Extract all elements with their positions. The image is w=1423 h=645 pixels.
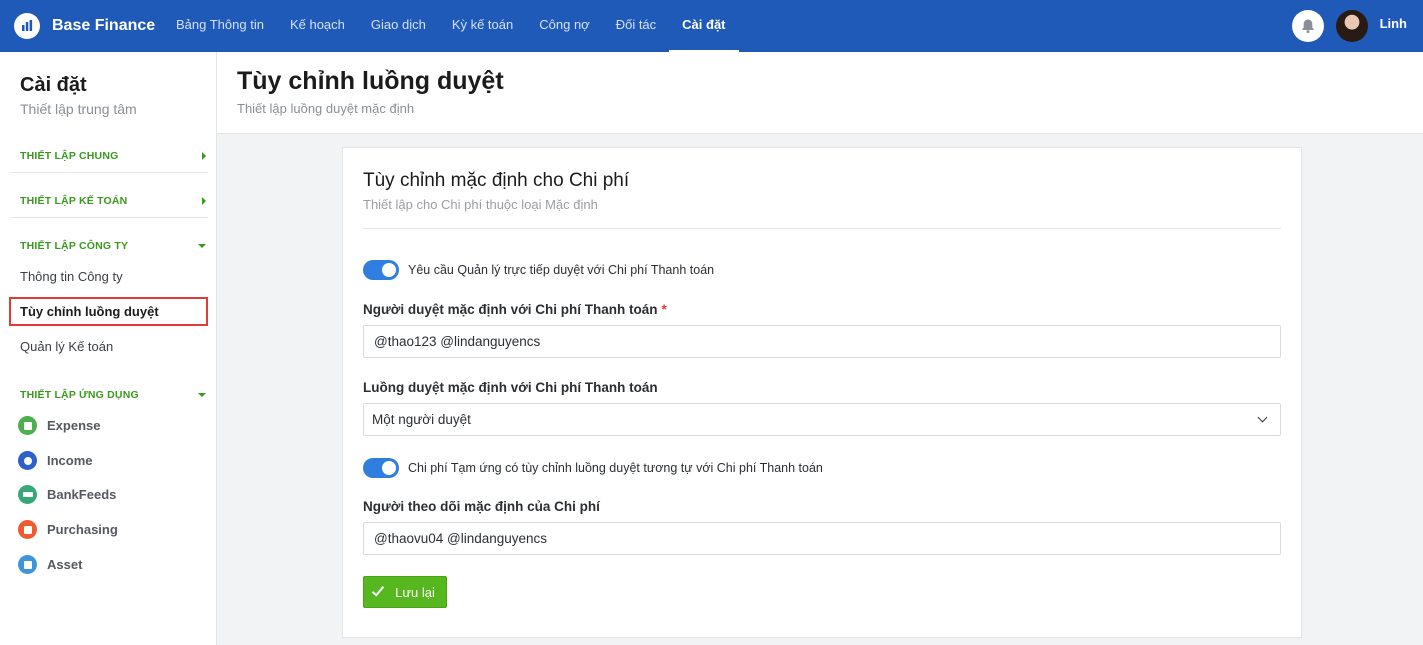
section-label: THIẾT LẬP CHUNG: [20, 150, 119, 162]
brand[interactable]: Base Finance: [0, 13, 162, 39]
divider: [10, 172, 208, 173]
default-follower-label: Người theo dõi mặc định của Chi phí: [363, 499, 600, 514]
sidebar-item-accounting-management[interactable]: Quản lý Kế toán: [20, 339, 113, 354]
section-label: THIẾT LẬP CÔNG TY: [20, 240, 129, 252]
default-approver-label-text: Người duyệt mặc định với Chi phí Thanh t…: [363, 302, 658, 317]
app-name: Base Finance: [52, 17, 156, 34]
sidebar-item-company-info[interactable]: Thông tin Công ty: [20, 269, 123, 284]
required-mark: *: [661, 302, 667, 317]
caret-down-icon: [198, 393, 206, 397]
app-label: Purchasing: [47, 522, 118, 537]
page-header: Tùy chỉnh luồng duyệt Thiết lập luồng du…: [217, 52, 1423, 134]
default-flow-label: Luồng duyệt mặc định với Chi phí Thanh t…: [363, 380, 658, 395]
base-logo-icon: [14, 13, 40, 39]
sidebar-subtitle: Thiết lập trung tâm: [20, 101, 137, 117]
main-nav: Bảng Thông tin Kế hoạch Giao dịch Kỳ kế …: [163, 0, 739, 52]
chevron-down-icon: [1257, 412, 1268, 423]
sidebar-item-purchasing[interactable]: Purchasing: [18, 520, 118, 539]
nav-item-debts[interactable]: Công nợ: [526, 0, 602, 52]
section-label: THIẾT LẬP KẾ TOÁN: [20, 195, 128, 207]
sidebar-title: Cài đặt: [20, 74, 87, 96]
nav-item-accounting-period[interactable]: Kỳ kế toán: [439, 0, 526, 52]
nav-item-dashboard[interactable]: Bảng Thông tin: [163, 0, 277, 52]
expense-icon: [18, 416, 37, 435]
user-area: Linh: [1291, 0, 1423, 52]
asset-icon: [18, 555, 37, 574]
page-subtitle: Thiết lập luồng duyệt mặc định: [237, 101, 415, 116]
notification-bell-icon[interactable]: [1291, 10, 1324, 42]
section-company-settings[interactable]: THIẾT LẬP CÔNG TY: [10, 230, 208, 262]
sidebar-item-asset[interactable]: Asset: [18, 555, 82, 574]
advance-same-flow-label: Chi phí Tạm ứng có tùy chỉnh luồng duyệt…: [408, 461, 823, 475]
default-flow-value: Một người duyệt: [372, 412, 471, 427]
section-accounting-settings[interactable]: THIẾT LẬP KẾ TOÁN: [10, 185, 208, 217]
settings-sidebar: Cài đặt Thiết lập trung tâm THIẾT LẬP CH…: [0, 52, 217, 645]
nav-item-transactions[interactable]: Giao dịch: [358, 0, 439, 52]
avatar[interactable]: [1335, 10, 1368, 42]
sidebar-item-approval-flow[interactable]: Tùy chỉnh luồng duyệt: [9, 297, 208, 326]
purchasing-icon: [18, 520, 37, 539]
page-title: Tùy chỉnh luồng duyệt: [237, 67, 504, 95]
sidebar-item-expense[interactable]: Expense: [18, 416, 100, 435]
card-title: Tùy chỉnh mặc định cho Chi phí: [363, 170, 630, 191]
section-general-settings[interactable]: THIẾT LẬP CHUNG: [10, 140, 208, 172]
sidebar-item-bankfeeds[interactable]: BankFeeds: [18, 485, 116, 504]
card-subtitle: Thiết lập cho Chi phí thuộc loại Mặc địn…: [363, 197, 598, 212]
sidebar-item-income[interactable]: Income: [18, 451, 93, 470]
advance-same-flow-toggle[interactable]: [363, 458, 399, 478]
user-name[interactable]: Linh: [1380, 16, 1407, 31]
default-flow-select[interactable]: Một người duyệt: [363, 403, 1281, 436]
direct-manager-approval-toggle[interactable]: [363, 260, 399, 280]
caret-down-icon: [198, 244, 206, 248]
app-label: Asset: [47, 557, 83, 572]
app-label: Income: [47, 453, 93, 468]
default-approver-label: Người duyệt mặc định với Chi phí Thanh t…: [363, 302, 667, 317]
section-label: THIẾT LẬP ỨNG DỤNG: [20, 389, 139, 401]
income-icon: [18, 451, 37, 470]
caret-right-icon: [202, 197, 206, 205]
app-label: BankFeeds: [47, 487, 117, 502]
nav-item-plan[interactable]: Kế hoạch: [277, 0, 358, 52]
expense-defaults-card: Tùy chỉnh mặc định cho Chi phí Thiết lập…: [342, 147, 1302, 638]
save-button-label: Lưu lại: [395, 584, 435, 600]
save-button[interactable]: Lưu lại: [363, 576, 447, 608]
nav-item-partners[interactable]: Đối tác: [603, 0, 669, 52]
default-approver-input[interactable]: [363, 325, 1281, 358]
bankfeeds-icon: [18, 485, 37, 504]
caret-right-icon: [202, 152, 206, 160]
nav-item-settings[interactable]: Cài đặt: [669, 0, 739, 52]
section-app-settings[interactable]: THIẾT LẬP ỨNG DỤNG: [10, 379, 208, 411]
divider: [10, 217, 208, 218]
direct-manager-approval-label: Yêu cầu Quản lý trực tiếp duyệt với Chi …: [408, 263, 715, 277]
top-navbar: Base Finance Bảng Thông tin Kế hoạch Gia…: [0, 0, 1423, 52]
check-icon: [371, 583, 385, 597]
divider: [363, 228, 1281, 229]
default-follower-input[interactable]: [363, 522, 1281, 555]
app-label: Expense: [47, 418, 101, 433]
